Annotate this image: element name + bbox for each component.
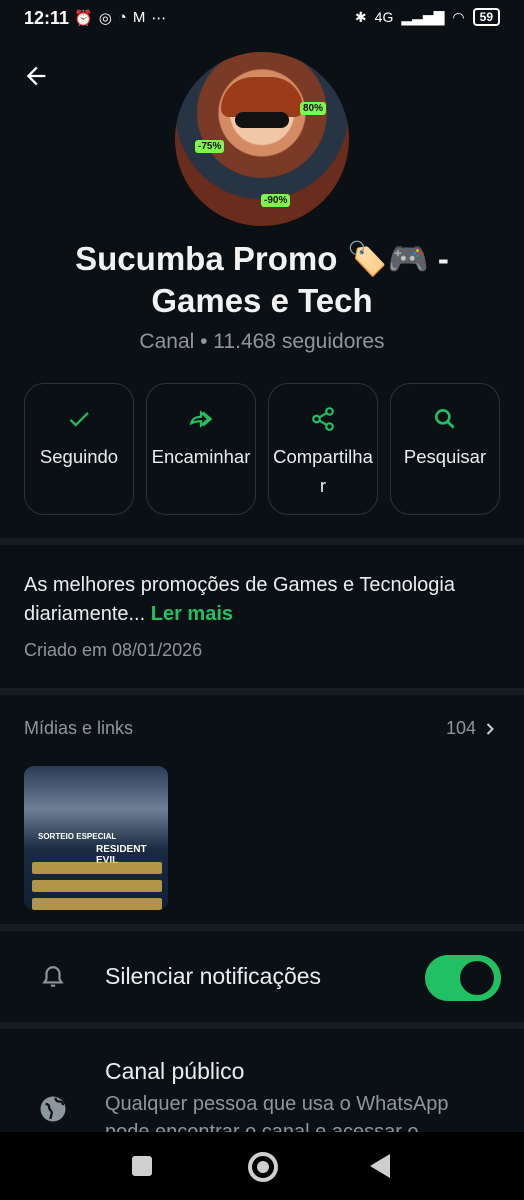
bluetooth-icon: ✱ bbox=[354, 8, 367, 25]
search-label: Pesquisar bbox=[403, 446, 487, 467]
channel-name-line-1: Sucumba Promo 🏷️🎮 - bbox=[75, 240, 449, 277]
status-bar: 12:11 ⏰ ◎ ◔ M ⋯ ✱ 4G ▂▃▅▇ ◠ 59 bbox=[0, 0, 524, 38]
forward-icon bbox=[189, 410, 213, 428]
section-divider bbox=[0, 1022, 524, 1029]
channel-name-line-2: Games e Tech bbox=[151, 282, 373, 319]
media-thumbnail[interactable]: SORTEIO ESPECIAL RESIDENT EVIL bbox=[24, 766, 168, 910]
globe-icon bbox=[40, 1096, 66, 1122]
channel-subtitle: Canal • 11.468 seguidores bbox=[139, 330, 385, 353]
media-links-header[interactable]: Mídias e links 104 bbox=[24, 718, 500, 744]
system-navigation-bar bbox=[0, 1132, 524, 1200]
section-divider bbox=[0, 538, 524, 545]
description-text: As melhores promoções de Games e Tecnolo… bbox=[24, 574, 455, 625]
gmail-icon: M bbox=[132, 9, 146, 26]
created-date: Criado em 08/01/2026 bbox=[24, 640, 203, 660]
mute-notifications-label: Silenciar notificações bbox=[105, 963, 322, 989]
section-divider bbox=[0, 924, 524, 931]
status-system-icons: ✱ 4G ▂▃▅▇ ◠ 59 bbox=[355, 8, 500, 26]
following-button[interactable]: Seguindo bbox=[24, 383, 134, 515]
share-label: Compartilhar bbox=[273, 446, 373, 496]
recent-apps-icon[interactable] bbox=[132, 1156, 152, 1176]
network-label: 4G bbox=[374, 9, 394, 25]
channel-avatar[interactable]: 80% -75% -90% bbox=[175, 52, 349, 226]
battery-icon: 59 bbox=[472, 8, 500, 26]
action-buttons: Seguindo Encaminhar Compartilhar Pesquis… bbox=[24, 383, 500, 515]
more-dots-icon: ⋯ bbox=[151, 10, 167, 27]
public-channel-title: Canal público bbox=[105, 1058, 245, 1084]
check-icon bbox=[69, 412, 89, 427]
share-icon bbox=[312, 407, 334, 431]
forward-button[interactable]: Encaminhar bbox=[146, 383, 256, 515]
bell-icon bbox=[42, 966, 64, 987]
share-button[interactable]: Compartilhar bbox=[268, 383, 378, 515]
media-count: 104 bbox=[445, 718, 476, 738]
clock-icon: ◔ bbox=[117, 9, 127, 26]
read-more-link[interactable]: Ler mais bbox=[151, 603, 233, 625]
search-icon bbox=[435, 409, 455, 429]
mute-toggle[interactable] bbox=[425, 955, 501, 1001]
signal-icon: ▂▃▅▇ bbox=[401, 8, 445, 25]
following-label: Seguindo bbox=[39, 446, 119, 467]
channel-name: Sucumba Promo 🏷️🎮 - Games e Tech bbox=[0, 238, 524, 322]
media-links-label: Mídias e links bbox=[24, 718, 134, 738]
back-triangle-icon[interactable] bbox=[370, 1154, 390, 1178]
status-time: 12:11 bbox=[24, 8, 70, 28]
search-button[interactable]: Pesquisar bbox=[390, 383, 500, 515]
wifi-icon: ◠ bbox=[452, 8, 465, 25]
channel-description: As melhores promoções de Games e Tecnolo… bbox=[24, 571, 500, 629]
section-divider bbox=[0, 688, 524, 695]
home-icon[interactable] bbox=[248, 1152, 278, 1182]
public-channel-description: Qualquer pessoa que usa o WhatsApp pode … bbox=[105, 1093, 449, 1134]
back-arrow-icon[interactable] bbox=[22, 62, 50, 90]
chevron-right-icon bbox=[486, 723, 494, 735]
alarm-icon: ⏰ bbox=[74, 10, 93, 27]
status-notification-icons: ⏰ ◎ ◔ M ⋯ bbox=[74, 9, 166, 27]
forward-label: Encaminhar bbox=[151, 446, 251, 467]
mute-notifications-row[interactable]: Silenciar notificações bbox=[0, 935, 524, 1021]
instagram-icon: ◎ bbox=[98, 10, 112, 27]
public-channel-row: Canal público Qualquer pessoa que usa o … bbox=[0, 1040, 524, 1134]
